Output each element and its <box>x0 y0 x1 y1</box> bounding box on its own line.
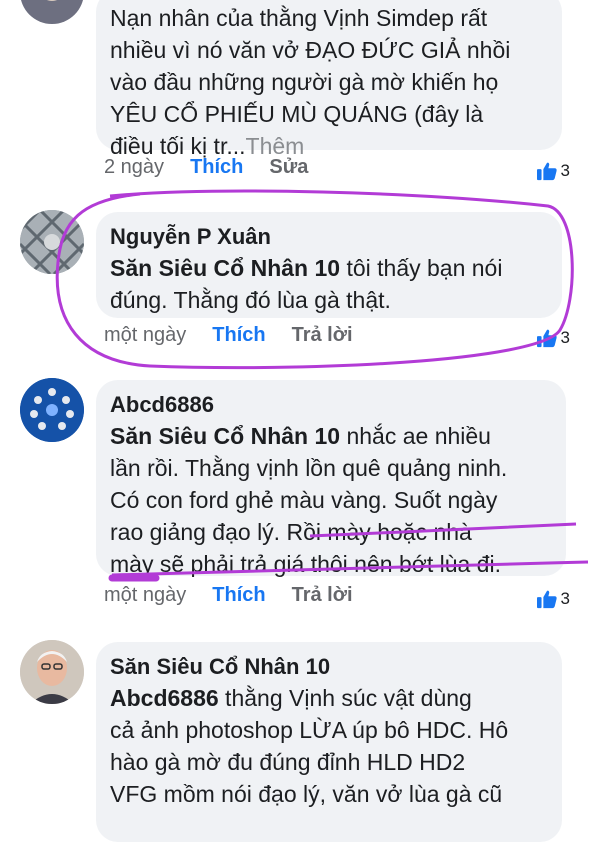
comment-actions: một ngày Thích Trả lời <box>104 320 353 350</box>
reaction-count[interactable]: 3 <box>536 323 570 353</box>
comment-text: tôi thấy bạn nói <box>340 255 503 281</box>
avatar[interactable] <box>20 0 84 24</box>
comment-text: nhắc ae nhiều <box>340 423 491 449</box>
comment-text-line: lần rồi. Thằng vịnh lồn quê quảng ninh. <box>110 455 508 481</box>
avatar[interactable] <box>20 640 84 704</box>
reply-button[interactable]: Trả lời <box>292 324 353 347</box>
comment-text-line: Có con ford ghẻ màu vàng. Suốt ngày <box>110 487 498 513</box>
thumbs-up-icon <box>536 590 557 609</box>
comment-text-line: nhiều vì nó văn vở ĐẠO ĐỨC GIẢ nhồi <box>110 37 511 63</box>
reaction-count-value: 3 <box>560 328 570 347</box>
comment-text-line: vào đầu những người gà mờ khiến họ <box>110 69 499 95</box>
avatar[interactable] <box>20 210 84 274</box>
reaction-count-value: 3 <box>560 589 570 608</box>
timestamp[interactable]: 2 ngày <box>104 156 164 179</box>
like-button[interactable]: Thích <box>190 156 243 179</box>
edit-button[interactable]: Sửa <box>269 156 308 179</box>
thumbs-up-icon <box>536 162 557 181</box>
comment-actions: một ngày Thích Trả lời <box>104 580 353 610</box>
comment-text-line: mày sẽ phải trả giá thôi nên bớt lùa đi. <box>110 551 501 577</box>
reaction-count-value: 3 <box>560 161 570 180</box>
mention-link[interactable]: Săn Siêu Cổ Nhân 10 <box>110 423 340 449</box>
avatar-dots-icon <box>20 378 84 442</box>
avatar-person-icon <box>20 640 84 704</box>
comment-bubble: Nạn nhân của thằng Vịnh Simdep rất nhiều… <box>96 0 562 159</box>
timestamp[interactable]: một ngày <box>104 324 186 347</box>
comment-actions: 2 ngày Thích Sửa <box>104 152 308 182</box>
mention-link[interactable]: Abcd6886 <box>110 685 219 711</box>
comment-text-line: đúng. Thằng đó lùa gà thật. <box>110 287 391 313</box>
thumbs-up-icon <box>536 329 557 348</box>
reply-button[interactable]: Trả lời <box>292 584 353 607</box>
reaction-count[interactable]: 3 <box>536 584 570 614</box>
comment-text-line: YÊU CỔ PHIẾU MÙ QUÁNG (đây là <box>110 101 484 127</box>
comment-bubble: Abcd6886 Săn Siêu Cổ Nhân 10 nhắc ae nhi… <box>96 380 566 577</box>
comment-author[interactable]: Abcd6886 <box>110 390 552 420</box>
comment-text-line: cả ảnh photoshop LỪA úp bô HDC. Hô <box>110 717 509 743</box>
comment-author[interactable]: Nguyễn P Xuân <box>110 222 548 252</box>
comment-text-line: VFG mồm nói đạo lý, văn vở lùa gà cũ <box>110 781 503 807</box>
comment-bubble: Săn Siêu Cổ Nhân 10 Abcd6886 thằng Vịnh … <box>96 642 562 842</box>
comment-bubble: Nguyễn P Xuân Săn Siêu Cổ Nhân 10 tôi th… <box>96 212 562 318</box>
comment-text: thằng Vịnh súc vật dùng <box>218 685 472 711</box>
reaction-count[interactable]: 3 <box>536 156 570 186</box>
avatar[interactable] <box>20 378 84 442</box>
like-button[interactable]: Thích <box>212 324 265 347</box>
mention-link[interactable]: Săn Siêu Cổ Nhân 10 <box>110 255 340 281</box>
comment-text-line: Nạn nhân của thằng Vịnh Simdep rất <box>110 5 488 31</box>
comment-text-line: hào gà mờ đu đúng đỉnh HLD HD2 <box>110 749 466 775</box>
comment-text-line: rao giảng đạo lý. Rồi mày hoặc nhà <box>110 519 472 545</box>
like-button[interactable]: Thích <box>212 584 265 607</box>
timestamp[interactable]: một ngày <box>104 584 186 607</box>
comment-author[interactable]: Săn Siêu Cổ Nhân 10 <box>110 652 548 682</box>
avatar-pattern-icon <box>20 210 84 274</box>
